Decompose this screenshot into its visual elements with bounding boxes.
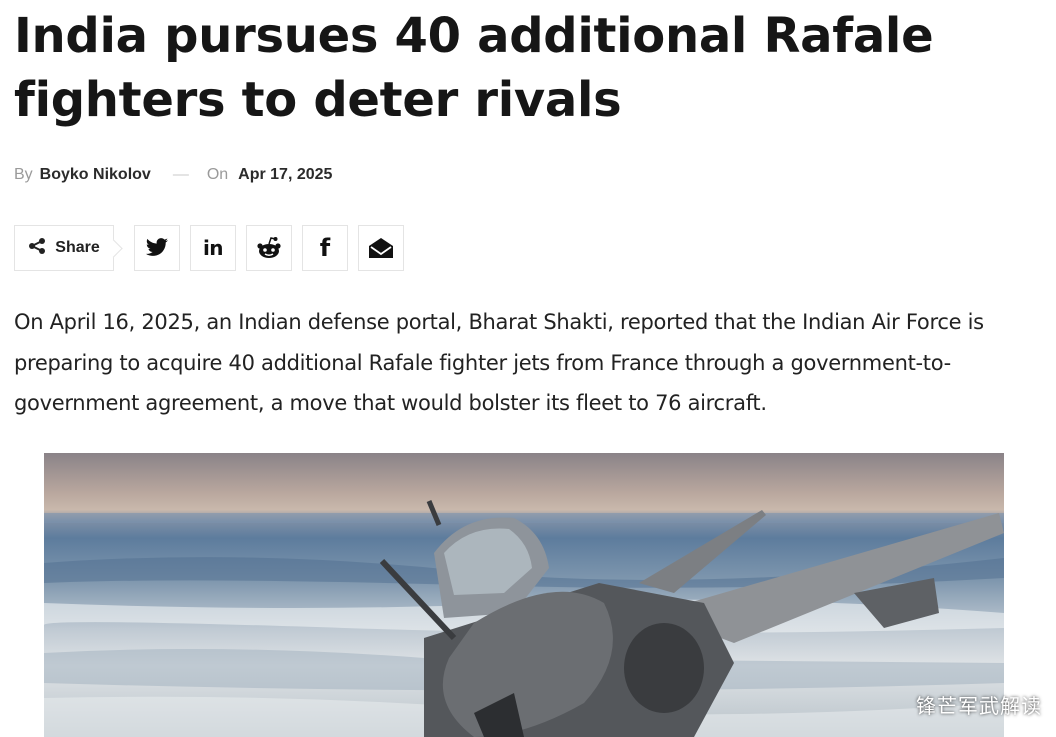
by-label: By — [14, 166, 33, 183]
author-link[interactable]: Boyko Nikolov — [40, 166, 151, 184]
email-icon — [368, 237, 394, 259]
twitter-icon — [145, 238, 169, 258]
lead-paragraph: On April 16, 2025, an Indian defense por… — [14, 310, 984, 415]
email-share-button[interactable] — [358, 225, 404, 271]
article-title: India pursues 40 additional Rafale fight… — [14, 8, 934, 128]
facebook-icon: f — [319, 234, 331, 262]
twitter-share-button[interactable] — [134, 225, 180, 271]
on-label: On — [206, 166, 229, 183]
share-button[interactable]: Share — [14, 225, 114, 271]
byline-separator: — — [172, 166, 189, 183]
reddit-share-button[interactable] — [246, 225, 292, 271]
facebook-share-button[interactable]: f — [302, 225, 348, 271]
rafale-fighter-jet-photo — [44, 453, 1004, 737]
share-label: Share — [55, 239, 100, 256]
linkedin-icon: in — [202, 236, 224, 260]
article-byline: By Boyko Nikolov — On Apr 17, 2025 — [14, 164, 332, 186]
publish-date: Apr 17, 2025 — [238, 166, 333, 183]
linkedin-share-button[interactable]: in — [190, 225, 236, 271]
share-icon — [28, 237, 46, 260]
share-bar: Share in f — [14, 225, 404, 271]
reddit-icon — [256, 236, 282, 260]
watermark-text: 锋芒军武解读 — [916, 694, 1042, 718]
